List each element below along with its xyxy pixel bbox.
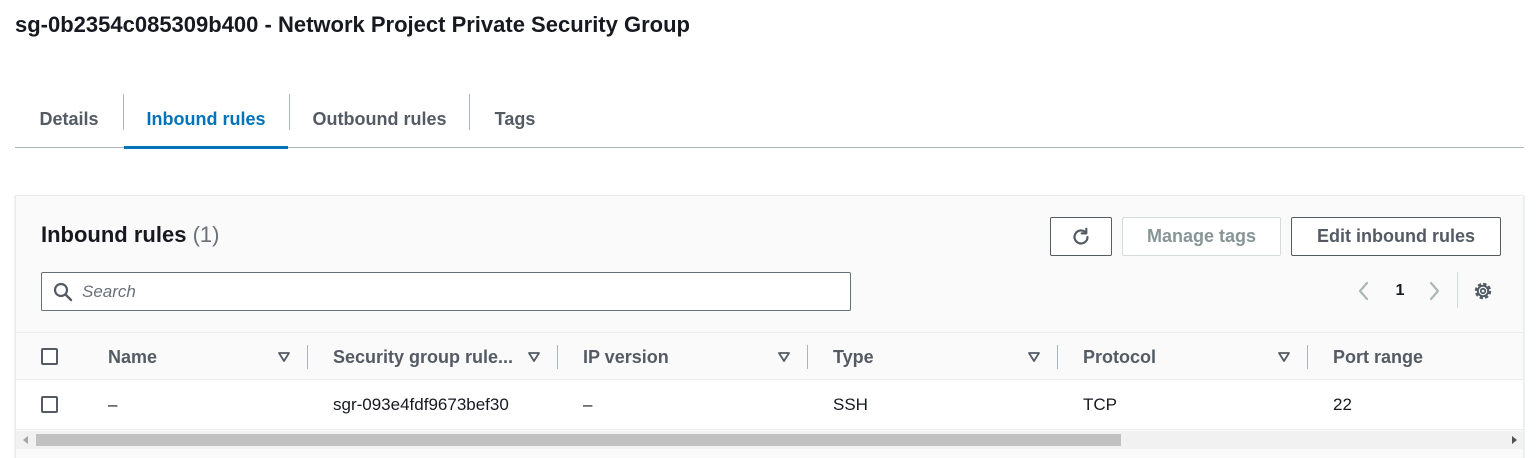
search-icon xyxy=(53,282,73,302)
previous-page-icon[interactable] xyxy=(1354,280,1374,302)
gear-icon[interactable] xyxy=(1472,280,1494,302)
sort-caret-icon[interactable] xyxy=(276,349,292,365)
tab-outbound-rules[interactable]: Outbound rules xyxy=(290,92,469,147)
table-header: Name Security group rule... IP version T… xyxy=(16,332,1523,380)
tab-details[interactable]: Details xyxy=(15,92,123,147)
search-box xyxy=(41,272,851,311)
cell-port-range: 22 xyxy=(1333,395,1352,414)
scrollbar-thumb[interactable] xyxy=(36,434,1121,446)
sort-caret-icon[interactable] xyxy=(526,349,542,365)
column-divider[interactable] xyxy=(307,345,308,369)
rules-table: Name Security group rule... IP version T… xyxy=(16,332,1523,431)
edit-inbound-rules-button[interactable]: Edit inbound rules xyxy=(1291,217,1501,256)
column-header-security-group-rule[interactable]: Security group rule... xyxy=(333,333,513,381)
column-divider[interactable] xyxy=(807,345,808,369)
page-title: sg-0b2354c085309b400 - Network Project P… xyxy=(15,12,690,37)
sort-caret-icon[interactable] xyxy=(1276,349,1292,365)
select-all-checkbox[interactable] xyxy=(41,348,58,365)
pager-divider xyxy=(1457,272,1458,308)
panel-title: Inbound rules (1) xyxy=(41,222,219,248)
cell-name: – xyxy=(108,395,118,414)
cell-ip-version: – xyxy=(583,395,593,414)
next-page-icon[interactable] xyxy=(1424,280,1444,302)
horizontal-scrollbar[interactable] xyxy=(16,431,1523,449)
column-header-ip-version[interactable]: IP version xyxy=(583,333,669,381)
table-row[interactable]: – sgr-093e4fdf9673bef30 – SSH TCP 22 xyxy=(16,380,1523,430)
cell-protocol: TCP xyxy=(1083,395,1117,414)
current-page-number[interactable]: 1 xyxy=(1392,280,1408,302)
column-header-protocol[interactable]: Protocol xyxy=(1083,333,1156,381)
column-divider[interactable] xyxy=(1307,345,1308,369)
sort-caret-icon[interactable] xyxy=(776,349,792,365)
tab-inbound-rules[interactable]: Inbound rules xyxy=(124,92,288,149)
column-header-type[interactable]: Type xyxy=(833,333,874,381)
refresh-icon xyxy=(1073,227,1089,245)
column-header-port-range[interactable]: Port range xyxy=(1333,333,1423,381)
refresh-button[interactable] xyxy=(1050,217,1112,256)
tab-tags[interactable]: Tags xyxy=(470,92,560,147)
rule-count: (1) xyxy=(192,222,220,247)
sort-caret-icon[interactable] xyxy=(1026,349,1042,365)
search-input[interactable] xyxy=(82,274,842,309)
row-checkbox[interactable] xyxy=(41,396,58,413)
manage-tags-button[interactable]: Manage tags xyxy=(1122,217,1281,256)
column-divider[interactable] xyxy=(557,345,558,369)
panel-title-text: Inbound rules xyxy=(41,222,187,247)
inbound-rules-panel: Inbound rules (1) Manage tags Edit inbou… xyxy=(15,195,1524,458)
cell-type: SSH xyxy=(833,395,868,414)
column-header-name[interactable]: Name xyxy=(108,333,157,381)
column-divider[interactable] xyxy=(1057,345,1058,369)
tab-bar: Details Inbound rules Outbound rules Tag… xyxy=(15,92,1524,149)
scroll-left-arrow-icon[interactable] xyxy=(20,434,32,446)
scroll-right-arrow-icon[interactable] xyxy=(1508,434,1520,446)
cell-security-group-rule-id: sgr-093e4fdf9673bef30 xyxy=(333,395,509,414)
